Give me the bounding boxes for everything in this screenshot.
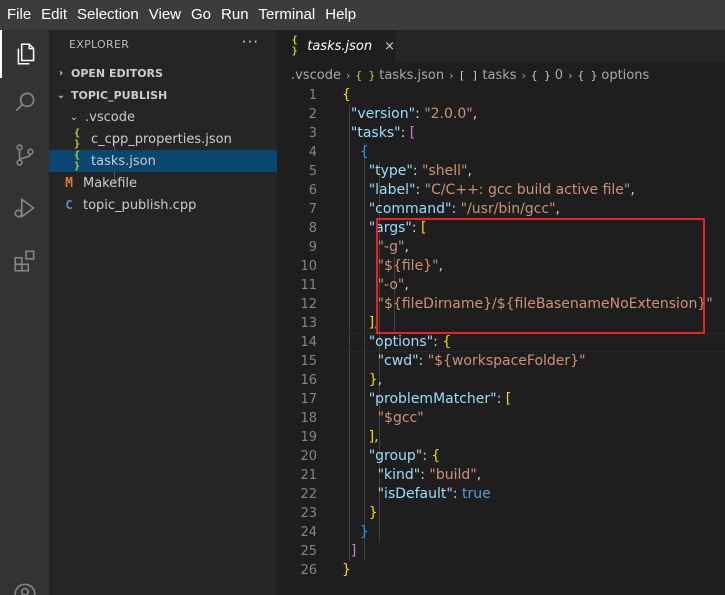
code-line: 5 "type": "shell", (308, 163, 472, 179)
code-line: 21 "kind": "build", (300, 467, 482, 483)
tab-bar: { } tasks.json × (277, 30, 725, 62)
tree-item-topic-publish-cpp[interactable]: C topic_publish.cpp (49, 194, 277, 216)
menu-edit[interactable]: Edit (36, 0, 72, 30)
menu-run[interactable]: Run (216, 0, 254, 30)
tree-item-label: .vscode (85, 109, 135, 125)
code-line: 7 "command": "/usr/bin/gcc", (308, 201, 560, 217)
project-section[interactable]: ⌄ TOPIC_PUBLISH (49, 84, 277, 106)
open-editors-section[interactable]: › OPEN EDITORS (49, 62, 277, 84)
code-line: 15 "cwd": "${workspaceFolder}" (300, 353, 586, 369)
run-debug-icon[interactable] (0, 184, 49, 232)
search-icon[interactable] (0, 78, 49, 126)
menu-bar: File Edit Selection View Go Run Terminal… (0, 0, 725, 30)
annotation-highlight-box (376, 218, 705, 334)
menu-file[interactable]: File (2, 0, 36, 30)
code-line: 3 "tasks": [ (308, 125, 416, 141)
breadcrumb: .vscode › { } tasks.json › [ ] tasks › {… (291, 66, 649, 84)
explorer-title: EXPLORER (69, 38, 130, 51)
project-label: TOPIC_PUBLISH (71, 88, 168, 102)
chevron-right-icon: › (568, 68, 573, 82)
tab-label: tasks.json (307, 38, 373, 54)
open-editors-label: OPEN EDITORS (71, 66, 163, 80)
tree-item-label: topic_publish.cpp (83, 197, 197, 213)
object-symbol-icon: { } (530, 68, 551, 82)
tree-item-label: tasks.json (91, 153, 156, 169)
breadcrumb-item[interactable]: 0 (555, 68, 563, 83)
close-icon[interactable]: × (384, 39, 395, 54)
code-line: 6 "label": "C/C++: gcc build active file… (308, 182, 635, 198)
tree-item-c-cpp-properties[interactable]: { } c_cpp_properties.json (49, 128, 277, 150)
chevron-right-icon: › (521, 68, 526, 82)
menu-terminal[interactable]: Terminal (254, 0, 321, 30)
menu-help[interactable]: Help (320, 0, 361, 30)
chevron-right-icon: › (345, 68, 351, 82)
code-line: 23 } (300, 505, 378, 521)
json-file-icon: { } (73, 150, 81, 172)
code-line: 2 "version": "2.0.0", (308, 106, 478, 122)
more-actions-icon[interactable]: ··· (242, 33, 259, 51)
breadcrumb-item[interactable]: tasks (482, 68, 516, 83)
code-line: 14 "options": { (300, 334, 452, 350)
breadcrumb-item[interactable]: options (601, 68, 649, 83)
menu-selection[interactable]: Selection (72, 0, 144, 30)
account-icon[interactable] (0, 570, 49, 595)
code-line: 26} (300, 562, 351, 578)
code-line: 24 } (300, 524, 369, 540)
chevron-down-icon: ⌄ (56, 89, 66, 101)
breadcrumb-item[interactable]: .vscode (291, 68, 341, 83)
code-line: 17 "problemMatcher": [ (300, 391, 512, 407)
tree-item-label: c_cpp_properties.json (91, 131, 232, 147)
json-file-icon: { } (291, 35, 298, 57)
json-file-icon: { } (73, 128, 81, 150)
code-line: 19 ], (300, 429, 379, 445)
cpp-file-icon: C (65, 198, 73, 212)
source-control-icon[interactable] (0, 131, 49, 179)
tree-item-vscode-folder[interactable]: ⌄ .vscode (49, 106, 277, 128)
explorer-sidebar: EXPLORER ··· › OPEN EDITORS ⌄ TOPIC_PUBL… (49, 30, 277, 595)
menu-go[interactable]: Go (186, 0, 216, 30)
breadcrumb-item[interactable]: tasks.json (379, 68, 444, 83)
chevron-right-icon: › (58, 67, 64, 79)
code-line: 25 ] (300, 543, 357, 559)
code-line: 20 "group": { (300, 448, 441, 464)
code-line: 22 "isDefault": true (300, 486, 491, 502)
makefile-icon: M (65, 175, 73, 191)
chevron-right-icon: › (449, 68, 454, 82)
activity-bar (0, 30, 49, 595)
code-line: 1{ (308, 87, 351, 103)
object-symbol-icon: { } (577, 68, 598, 82)
array-symbol-icon: [ ] (458, 68, 479, 82)
code-line: 16 }, (300, 372, 383, 388)
json-file-icon: { } (355, 68, 376, 82)
extensions-icon[interactable] (0, 237, 49, 285)
tab-tasks-json[interactable]: { } tasks.json × (277, 30, 395, 62)
tree-item-tasks-json[interactable]: { } tasks.json (49, 150, 277, 172)
files-icon[interactable] (0, 30, 49, 78)
tree-item-makefile[interactable]: M Makefile (49, 172, 277, 194)
chevron-down-icon: ⌄ (69, 111, 79, 123)
tree-item-label: Makefile (83, 175, 138, 191)
menu-view[interactable]: View (144, 0, 186, 30)
code-line: 4 { (308, 144, 369, 160)
code-line: 18 "$gcc" (300, 410, 424, 426)
